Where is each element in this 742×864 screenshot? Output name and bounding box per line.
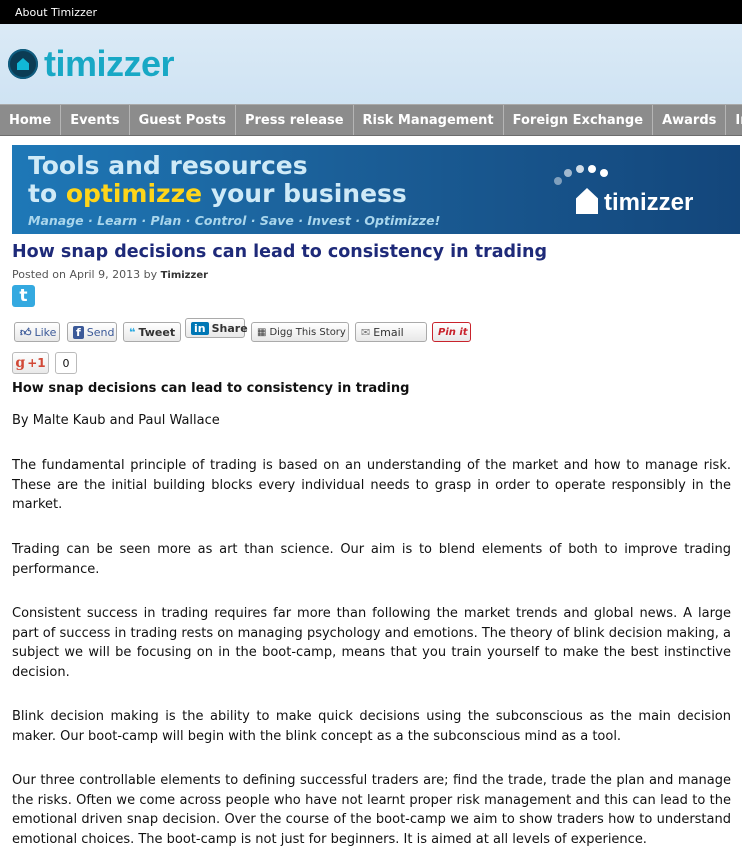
article-paragraph: The fundamental principle of trading is …: [12, 458, 731, 512]
nav-risk-management[interactable]: Risk Management: [354, 105, 504, 135]
banner-tagline: Manage · Learn · Plan · Control · Save ·…: [28, 213, 441, 228]
google-plus-icon: g: [15, 355, 26, 371]
banner-line-2: to optimizze your business: [28, 179, 407, 208]
post-title[interactable]: How snap decisions can lead to consisten…: [12, 242, 547, 262]
site-logo[interactable]: timizzer: [44, 43, 175, 85]
nav-guest-posts[interactable]: Guest Posts: [130, 105, 236, 135]
article-paragraph: Trading can be seen more as art than sci…: [12, 542, 731, 577]
envelope-icon: ✉: [361, 325, 371, 339]
banner-house-icon: [576, 188, 598, 214]
facebook-like-button[interactable]: 👍︎ Like: [14, 322, 60, 342]
linkedin-share-button[interactable]: in Share: [185, 318, 248, 338]
digg-button[interactable]: ▦ Digg This Story: [251, 322, 349, 342]
post-author[interactable]: Timizzer: [161, 270, 208, 281]
article-paragraph: Consistent success in trading requires f…: [12, 606, 731, 680]
linkedin-icon: in: [191, 321, 209, 335]
about-link[interactable]: About Timizzer: [15, 6, 97, 19]
banner-logo: timizzer: [604, 189, 694, 216]
article-paragraph: Blink decision making is the ability to …: [12, 709, 731, 744]
site-header: timizzer: [0, 24, 742, 104]
banner-highlight: optimizze: [65, 179, 203, 208]
banner-line-1: Tools and resources: [28, 151, 308, 180]
twitter-icon[interactable]: t: [12, 285, 35, 307]
nav-awards[interactable]: Awards: [653, 105, 727, 135]
top-bar: About Timizzer: [0, 0, 742, 24]
tweet-button[interactable]: ❝ Tweet: [123, 322, 181, 342]
pinterest-button[interactable]: Pin it: [432, 322, 471, 342]
logo-icon[interactable]: [8, 49, 38, 79]
article-byline: By Malte Kaub and Paul Wallace: [12, 413, 220, 428]
article-paragraph: Our three controllable elements to defin…: [12, 773, 731, 847]
nav-press-release[interactable]: Press release: [236, 105, 354, 135]
google-plus-button[interactable]: g +1: [12, 352, 49, 374]
promo-banner[interactable]: Tools and resources to optimizze your bu…: [12, 145, 740, 234]
nav-innovation[interactable]: Innovation: [726, 105, 742, 135]
google-plus-count: 0: [55, 352, 77, 374]
twitter-bird-icon: ❝: [129, 325, 136, 339]
nav-foreign-exchange[interactable]: Foreign Exchange: [504, 105, 654, 135]
thumbs-up-icon: 👍︎: [20, 325, 32, 339]
facebook-send-button[interactable]: f Send: [67, 322, 117, 342]
facebook-icon: f: [73, 325, 84, 339]
digg-icon: ▦: [257, 326, 267, 338]
article-subtitle: How snap decisions can lead to consisten…: [12, 381, 410, 396]
nav-events[interactable]: Events: [61, 105, 130, 135]
main-nav: Home Events Guest Posts Press release Ri…: [0, 104, 742, 136]
nav-home[interactable]: Home: [0, 105, 62, 135]
email-button[interactable]: ✉ Email: [355, 322, 427, 342]
banner-dots-icon: [550, 163, 620, 187]
post-meta: Posted on April 9, 2013 by Timizzer: [12, 268, 209, 281]
